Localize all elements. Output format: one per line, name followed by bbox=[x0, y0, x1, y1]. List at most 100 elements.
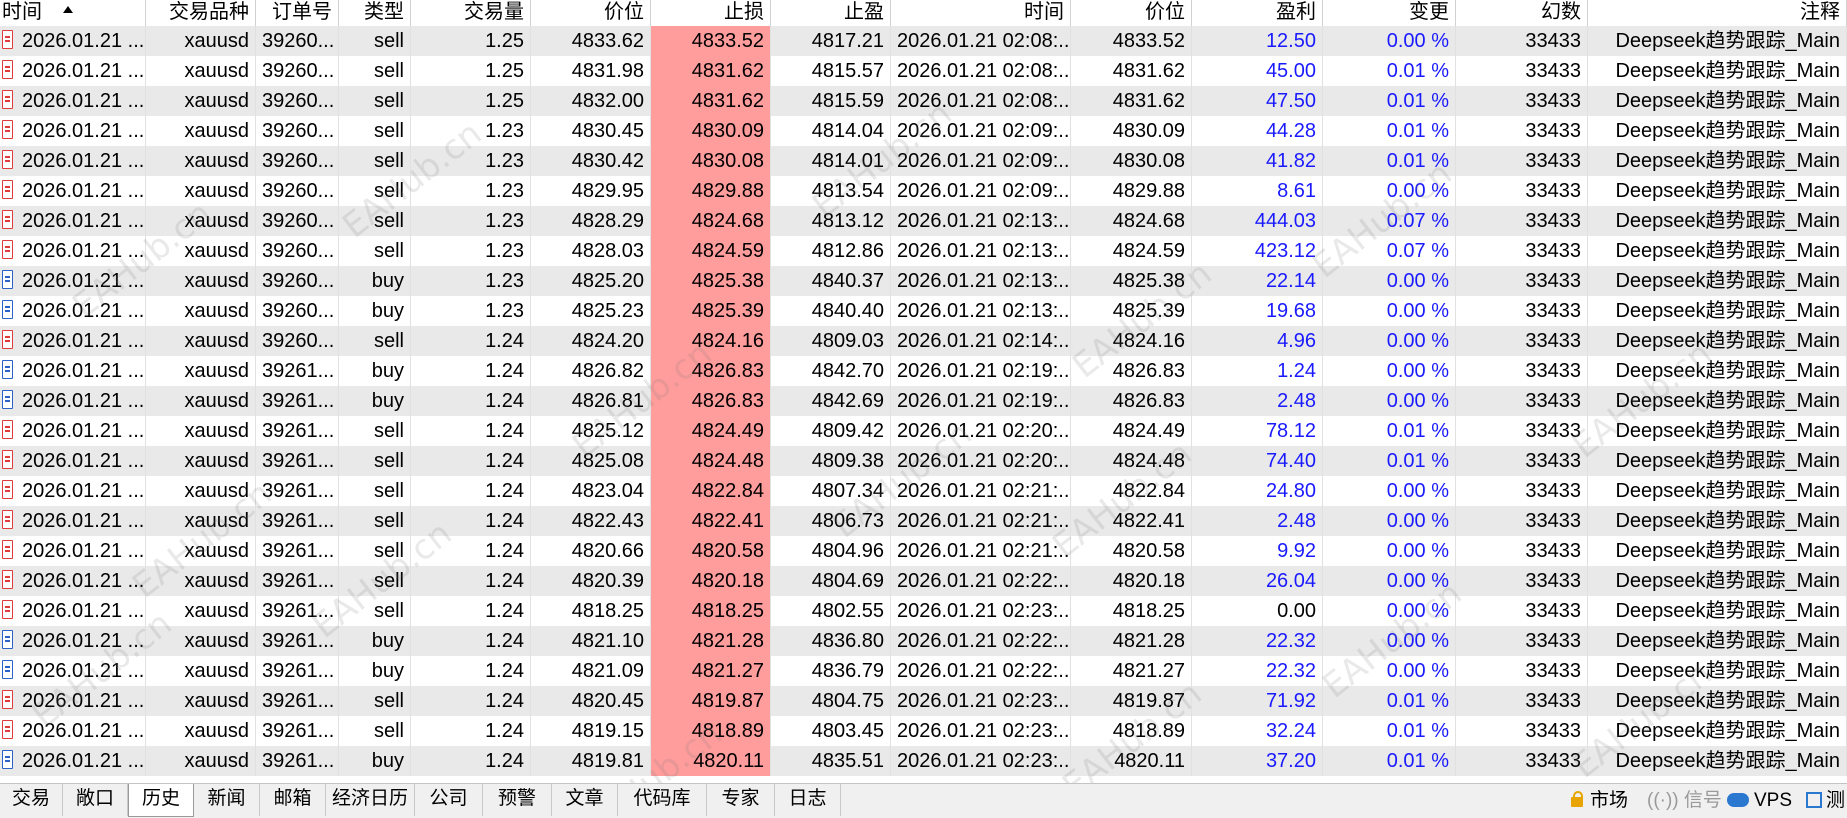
cell-close-time: 2026.01.21 02:23:... bbox=[891, 686, 1071, 716]
tab-专家[interactable]: 专家 bbox=[707, 784, 775, 816]
table-row[interactable]: 2026.01.21 ... xauusd 39261... buy 1.24 4826.… bbox=[0, 356, 1847, 386]
cell-volume: 1.24 bbox=[411, 686, 531, 716]
cell-close-time: 2026.01.21 02:19:... bbox=[891, 386, 1071, 416]
table-row[interactable]: 2026.01.21 ... xauusd 39260... sell 1.23 4829… bbox=[0, 176, 1847, 206]
column-header-price[interactable]: 价位 bbox=[531, 0, 651, 27]
column-header-close-time[interactable]: 时间 bbox=[891, 0, 1071, 27]
cell-time-text: 2026.01.21 ... bbox=[22, 240, 145, 262]
table-row[interactable]: 2026.01.21 ... xauusd 39261... buy 1.24 4821.… bbox=[0, 626, 1847, 656]
table-row[interactable]: 2026.01.21 ... xauusd 39261... sell 1.24 4820… bbox=[0, 566, 1847, 596]
cell-ticket: 39260... bbox=[256, 266, 339, 296]
cell-change: 0.01 % bbox=[1323, 416, 1456, 446]
market-status[interactable]: 市场 bbox=[1570, 784, 1628, 817]
cell-price: 4832.00 bbox=[531, 86, 651, 116]
table-row[interactable]: 2026.01.21 ... xauusd 39261... buy 1.24 4821.… bbox=[0, 656, 1847, 686]
column-header-ticket[interactable]: 订单号 bbox=[256, 0, 339, 27]
cell-time-text: 2026.01.21 ... bbox=[22, 510, 145, 532]
cell-type: sell bbox=[339, 206, 411, 236]
tab-邮箱[interactable]: 邮箱 bbox=[260, 784, 326, 816]
column-header-magic[interactable]: 幻数 bbox=[1456, 0, 1588, 27]
cell-change: 0.00 % bbox=[1323, 326, 1456, 356]
tab-历史[interactable]: 历史 bbox=[128, 784, 194, 817]
table-row[interactable]: 2026.01.21 ... xauusd 39260... buy 1.23 4825.… bbox=[0, 266, 1847, 296]
cell-time-text: 2026.01.21 ... bbox=[22, 750, 145, 772]
column-header-volume[interactable]: 交易量 bbox=[411, 0, 531, 27]
tab-交易[interactable]: 交易 bbox=[0, 784, 63, 816]
column-header-symbol[interactable]: 交易品种 bbox=[146, 0, 256, 27]
column-header-tp[interactable]: 止盈 bbox=[771, 0, 891, 27]
column-header-close-price[interactable]: 价位 bbox=[1071, 0, 1192, 27]
cell-time-text: 2026.01.21 ... bbox=[22, 120, 145, 142]
table-row[interactable]: 2026.01.21 ... xauusd 39260... sell 1.23 4828… bbox=[0, 236, 1847, 266]
tab-经济日历[interactable]: 经济日历 bbox=[326, 784, 415, 816]
cell-comment: Deepseek趋势跟踪_Main bbox=[1588, 416, 1847, 446]
cell-close-time: 2026.01.21 02:22:... bbox=[891, 656, 1071, 686]
tab-敞口[interactable]: 敞口 bbox=[63, 784, 128, 816]
table-row[interactable]: 2026.01.21 ... xauusd 39260... sell 1.25 4831… bbox=[0, 56, 1847, 86]
cell-symbol: xauusd bbox=[146, 326, 256, 356]
cell-change: 0.07 % bbox=[1323, 206, 1456, 236]
table-row[interactable]: 2026.01.21 ... xauusd 39260... buy 1.23 4825.… bbox=[0, 296, 1847, 326]
cell-close-time: 2026.01.21 02:13:... bbox=[891, 296, 1071, 326]
table-row[interactable]: 2026.01.21 ... xauusd 39260... sell 1.23 4828… bbox=[0, 206, 1847, 236]
column-header-sl[interactable]: 止损 bbox=[651, 0, 771, 27]
cell-sl: 4833.52 bbox=[651, 26, 771, 56]
tab-公司[interactable]: 公司 bbox=[415, 784, 483, 816]
cell-change: 0.00 % bbox=[1323, 536, 1456, 566]
tab-代码库[interactable]: 代码库 bbox=[618, 784, 707, 816]
cell-type: buy bbox=[339, 626, 411, 656]
cell-comment: Deepseek趋势跟踪_Main bbox=[1588, 536, 1847, 566]
cell-comment: Deepseek趋势跟踪_Main bbox=[1588, 86, 1847, 116]
table-row[interactable]: 2026.01.21 ... xauusd 39261... buy 1.24 4826.… bbox=[0, 386, 1847, 416]
cell-close-price: 4833.52 bbox=[1071, 26, 1192, 56]
table-row[interactable]: 2026.01.21 ... xauusd 39261... sell 1.24 4825… bbox=[0, 446, 1847, 476]
table-row[interactable]: 2026.01.21 ... xauusd 39261... sell 1.24 4820… bbox=[0, 536, 1847, 566]
cell-profit: 423.12 bbox=[1192, 236, 1323, 266]
signal-status[interactable]: ((·)) 信号 bbox=[1647, 784, 1722, 817]
cell-time: 2026.01.21 ... bbox=[0, 146, 146, 176]
tab-新闻[interactable]: 新闻 bbox=[194, 784, 260, 816]
cell-magic: 33433 bbox=[1456, 566, 1588, 596]
table-row[interactable]: 2026.01.21 ... xauusd 39261... sell 1.24 4823… bbox=[0, 476, 1847, 506]
column-header-time[interactable]: 时间 bbox=[0, 0, 146, 27]
column-header-profit[interactable]: 盈利 bbox=[1192, 0, 1323, 27]
cell-close-price: 4821.27 bbox=[1071, 656, 1192, 686]
tab-日志[interactable]: 日志 bbox=[775, 784, 841, 816]
tester-status[interactable]: 测 bbox=[1806, 784, 1845, 817]
column-header-type[interactable]: 类型 bbox=[339, 0, 411, 27]
table-row[interactable]: 2026.01.21 ... xauusd 39261... sell 1.24 4818… bbox=[0, 596, 1847, 626]
cell-magic: 33433 bbox=[1456, 476, 1588, 506]
cell-change: 0.07 % bbox=[1323, 236, 1456, 266]
cell-time: 2026.01.21 ... bbox=[0, 86, 146, 116]
cell-price: 4821.09 bbox=[531, 656, 651, 686]
table-row[interactable]: 2026.01.21 ... xauusd 39261... sell 1.24 4819… bbox=[0, 716, 1847, 746]
cell-time-text: 2026.01.21 ... bbox=[22, 390, 145, 412]
table-row[interactable]: 2026.01.21 ... xauusd 39261... buy 1.24 4819.… bbox=[0, 746, 1847, 776]
table-row[interactable]: 2026.01.21 ... xauusd 39260... sell 1.24 4824… bbox=[0, 326, 1847, 356]
vps-status[interactable]: VPS bbox=[1727, 784, 1792, 817]
cell-symbol: xauusd bbox=[146, 596, 256, 626]
cell-volume: 1.25 bbox=[411, 86, 531, 116]
column-header-comment[interactable]: 注释 bbox=[1588, 0, 1847, 27]
table-row[interactable]: 2026.01.21 ... xauusd 39260... sell 1.25 4832… bbox=[0, 86, 1847, 116]
cell-close-time: 2026.01.21 02:20:... bbox=[891, 446, 1071, 476]
vps-status-label: VPS bbox=[1754, 790, 1793, 811]
table-row[interactable]: 2026.01.21 ... xauusd 39261... sell 1.24 4822… bbox=[0, 506, 1847, 536]
table-row[interactable]: 2026.01.21 ... xauusd 39261... sell 1.24 4825… bbox=[0, 416, 1847, 446]
table-row[interactable]: 2026.01.21 ... xauusd 39261... sell 1.24 4820… bbox=[0, 686, 1847, 716]
cell-sl: 4821.28 bbox=[651, 626, 771, 656]
table-row[interactable]: 2026.01.21 ... xauusd 39260... sell 1.25 4833… bbox=[0, 26, 1847, 56]
cell-profit: 47.50 bbox=[1192, 86, 1323, 116]
column-header-change[interactable]: 变更 bbox=[1323, 0, 1456, 27]
cell-profit: 4.96 bbox=[1192, 326, 1323, 356]
cell-symbol: xauusd bbox=[146, 296, 256, 326]
tab-预警[interactable]: 预警 bbox=[483, 784, 552, 816]
tab-文章[interactable]: 文章 bbox=[552, 784, 618, 816]
sell-deal-icon bbox=[2, 180, 13, 199]
table-row[interactable]: 2026.01.21 ... xauusd 39260... sell 1.23 4830… bbox=[0, 116, 1847, 146]
table-row[interactable]: 2026.01.21 ... xauusd 39260... sell 1.23 4830… bbox=[0, 146, 1847, 176]
cell-profit: 1.24 bbox=[1192, 356, 1323, 386]
cell-profit: 12.50 bbox=[1192, 26, 1323, 56]
cell-close-price: 4820.58 bbox=[1071, 536, 1192, 566]
cell-change: 0.00 % bbox=[1323, 266, 1456, 296]
